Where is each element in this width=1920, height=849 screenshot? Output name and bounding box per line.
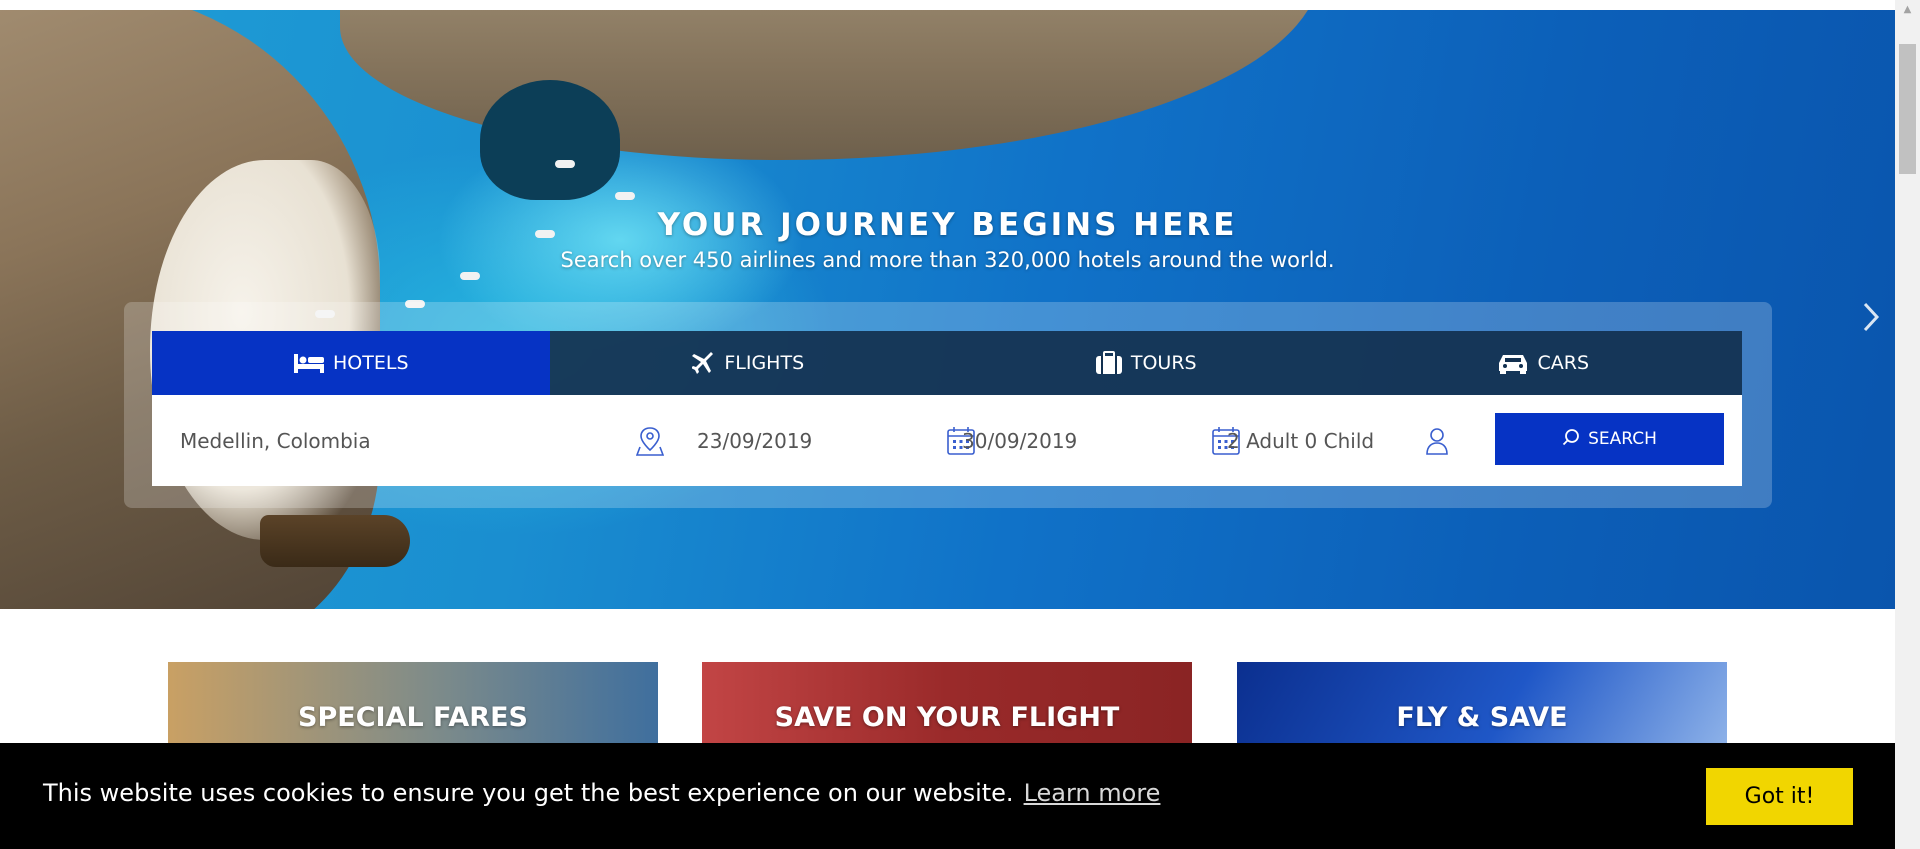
user-icon bbox=[1417, 426, 1457, 456]
guests-input[interactable] bbox=[1227, 428, 1417, 453]
tab-label: FLIGHTS bbox=[724, 352, 805, 374]
checkout-input[interactable] bbox=[962, 428, 1211, 453]
cookie-banner: This website uses cookies to ensure you … bbox=[0, 743, 1895, 849]
plane-icon bbox=[692, 351, 716, 375]
hero-boat bbox=[460, 272, 480, 280]
got-it-button[interactable]: Got it! bbox=[1706, 768, 1853, 825]
hotel-search-form: SEARCH bbox=[152, 395, 1742, 486]
search-icon bbox=[1562, 428, 1580, 451]
cookie-message: This website uses cookies to ensure you … bbox=[43, 779, 1014, 807]
suitcase-icon bbox=[1095, 351, 1123, 375]
map-pin-icon bbox=[630, 425, 670, 457]
promo-card-save-on-flight[interactable]: SAVE ON YOUR FLIGHT bbox=[702, 662, 1192, 752]
promo-card-special-fares[interactable]: SPECIAL FARES bbox=[168, 662, 658, 752]
location-field[interactable] bbox=[180, 395, 670, 486]
slider-next-arrow-icon[interactable] bbox=[1858, 300, 1884, 338]
learn-more-link[interactable]: Learn more bbox=[1024, 779, 1161, 807]
tab-label: TOURS bbox=[1130, 352, 1197, 374]
top-strip bbox=[0, 0, 1895, 10]
scrollbar-thumb[interactable] bbox=[1899, 44, 1916, 174]
cookie-message-wrap: This website uses cookies to ensure you … bbox=[43, 779, 1160, 807]
hero-boat bbox=[555, 160, 575, 168]
hero-cove bbox=[480, 80, 620, 200]
scroll-up-arrow-icon[interactable]: ▲ bbox=[1900, 4, 1915, 18]
hero-ship bbox=[260, 515, 410, 567]
car-icon bbox=[1497, 351, 1529, 375]
hero-subtitle: Search over 450 airlines and more than 3… bbox=[560, 248, 1335, 272]
tab-flights[interactable]: FLIGHTS bbox=[550, 331, 948, 395]
search-button-label: SEARCH bbox=[1588, 429, 1657, 449]
promo-title: SPECIAL FARES bbox=[298, 702, 528, 733]
search-tabs: HOTELS FLIGHTS TOURS CARS bbox=[152, 331, 1742, 395]
promo-card-fly-and-save[interactable]: FLY & SAVE bbox=[1237, 662, 1727, 752]
tab-tours[interactable]: TOURS bbox=[947, 331, 1345, 395]
promo-title: SAVE ON YOUR FLIGHT bbox=[774, 702, 1120, 733]
bed-icon bbox=[293, 352, 325, 374]
tab-label: HOTELS bbox=[333, 352, 409, 374]
tab-hotels[interactable]: HOTELS bbox=[152, 331, 550, 395]
hero-title: YOUR JOURNEY BEGINS HERE bbox=[657, 207, 1238, 243]
tab-cars[interactable]: CARS bbox=[1345, 331, 1743, 395]
checkin-field[interactable] bbox=[697, 395, 975, 486]
promo-title: FLY & SAVE bbox=[1396, 702, 1568, 733]
tab-label: CARS bbox=[1537, 352, 1590, 374]
checkin-input[interactable] bbox=[697, 428, 946, 453]
hero-boat bbox=[615, 192, 635, 200]
search-button[interactable]: SEARCH bbox=[1495, 413, 1724, 465]
location-input[interactable] bbox=[180, 428, 630, 453]
checkout-field[interactable] bbox=[962, 395, 1240, 486]
